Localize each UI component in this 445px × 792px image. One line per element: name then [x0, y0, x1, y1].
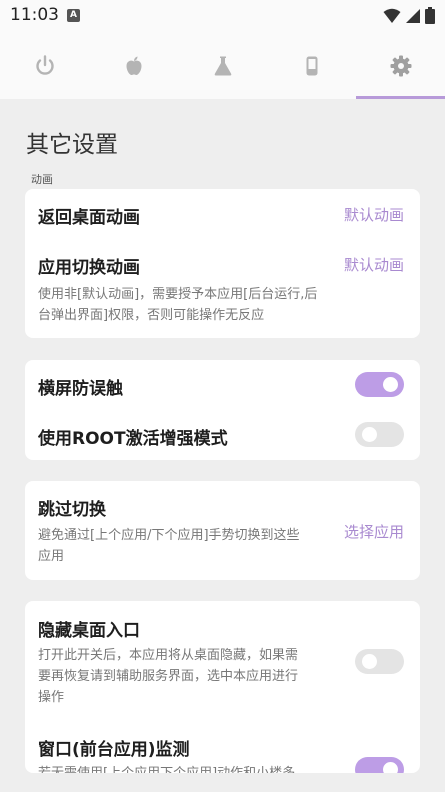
home-animation-value[interactable]: 默认动画 [344, 204, 404, 225]
select-apps-button[interactable]: 选择应用 [344, 521, 404, 542]
animation-card: 返回桌面动画 默认动画 应用切换动画 默认动画 使用非[默认动画]，需要授予本应… [25, 189, 420, 338]
tab-device[interactable] [267, 32, 356, 99]
hide-launcher-switch[interactable] [355, 649, 404, 674]
home-animation-title: 返回桌面动画 [38, 208, 140, 228]
landscape-guard-switch[interactable] [355, 372, 404, 397]
signal-icon [406, 8, 420, 23]
notification-icon: A [67, 9, 80, 22]
switch-knob [362, 654, 377, 669]
tab-lab[interactable] [178, 32, 267, 99]
hide-launcher-title: 隐藏桌面入口 [38, 621, 140, 641]
root-mode-switch[interactable] [355, 422, 404, 447]
system-icons [383, 7, 435, 24]
switch-animation-value[interactable]: 默认动画 [344, 254, 404, 275]
root-mode-title: 使用ROOT激活增强模式 [38, 429, 228, 449]
window-monitor-description: 若无需使用[上个应用下个应用]动作和小楼多 [38, 763, 295, 773]
skip-switch-title: 跳过切换 [38, 500, 106, 520]
tab-power[interactable] [0, 32, 89, 99]
window-monitor-switch[interactable] [355, 757, 404, 773]
page-title: 其它设置 [26, 132, 118, 158]
section-label-animation: 动画 [31, 173, 53, 186]
switch-knob [383, 377, 398, 392]
power-icon [35, 54, 54, 75]
skip-card: 跳过切换 避免通过[上个应用/下个应用]手势切换到这些 应用 选择应用 [25, 481, 420, 580]
hide-launcher-description: 打开此开关后，本应用将从桌面隐藏，如果需 要再恢复请到辅助服务界面，选中本应用进… [38, 648, 299, 705]
switch-animation-description: 使用非[默认动画]，需要授予本应用[后台运行,后 台弹出界面]权限，否则可能操作… [38, 287, 318, 323]
battery-icon [425, 7, 435, 24]
tab-apple[interactable] [89, 32, 178, 99]
switch-knob [362, 427, 377, 442]
wifi-icon [383, 8, 401, 23]
touch-card: 横屏防误触 使用ROOT激活增强模式 [25, 360, 420, 460]
switch-animation-title: 应用切换动画 [38, 258, 140, 278]
status-bar: 11:03 A [0, 0, 445, 32]
switch-knob [383, 762, 398, 773]
tab-settings[interactable] [356, 32, 445, 99]
skip-switch-description: 避免通过[上个应用/下个应用]手势切换到这些 应用 [38, 528, 300, 564]
landscape-guard-title: 横屏防误触 [38, 379, 123, 399]
flask-icon [214, 56, 231, 75]
phone-icon [306, 56, 317, 75]
tab-bar [0, 32, 445, 99]
apple-icon [126, 56, 141, 75]
hide-card: 隐藏桌面入口 打开此开关后，本应用将从桌面隐藏，如果需 要再恢复请到辅助服务界面… [25, 601, 420, 773]
window-monitor-title: 窗口(前台应用)监测 [38, 740, 190, 760]
gear-icon [390, 55, 411, 76]
clock: 11:03 [10, 5, 59, 25]
